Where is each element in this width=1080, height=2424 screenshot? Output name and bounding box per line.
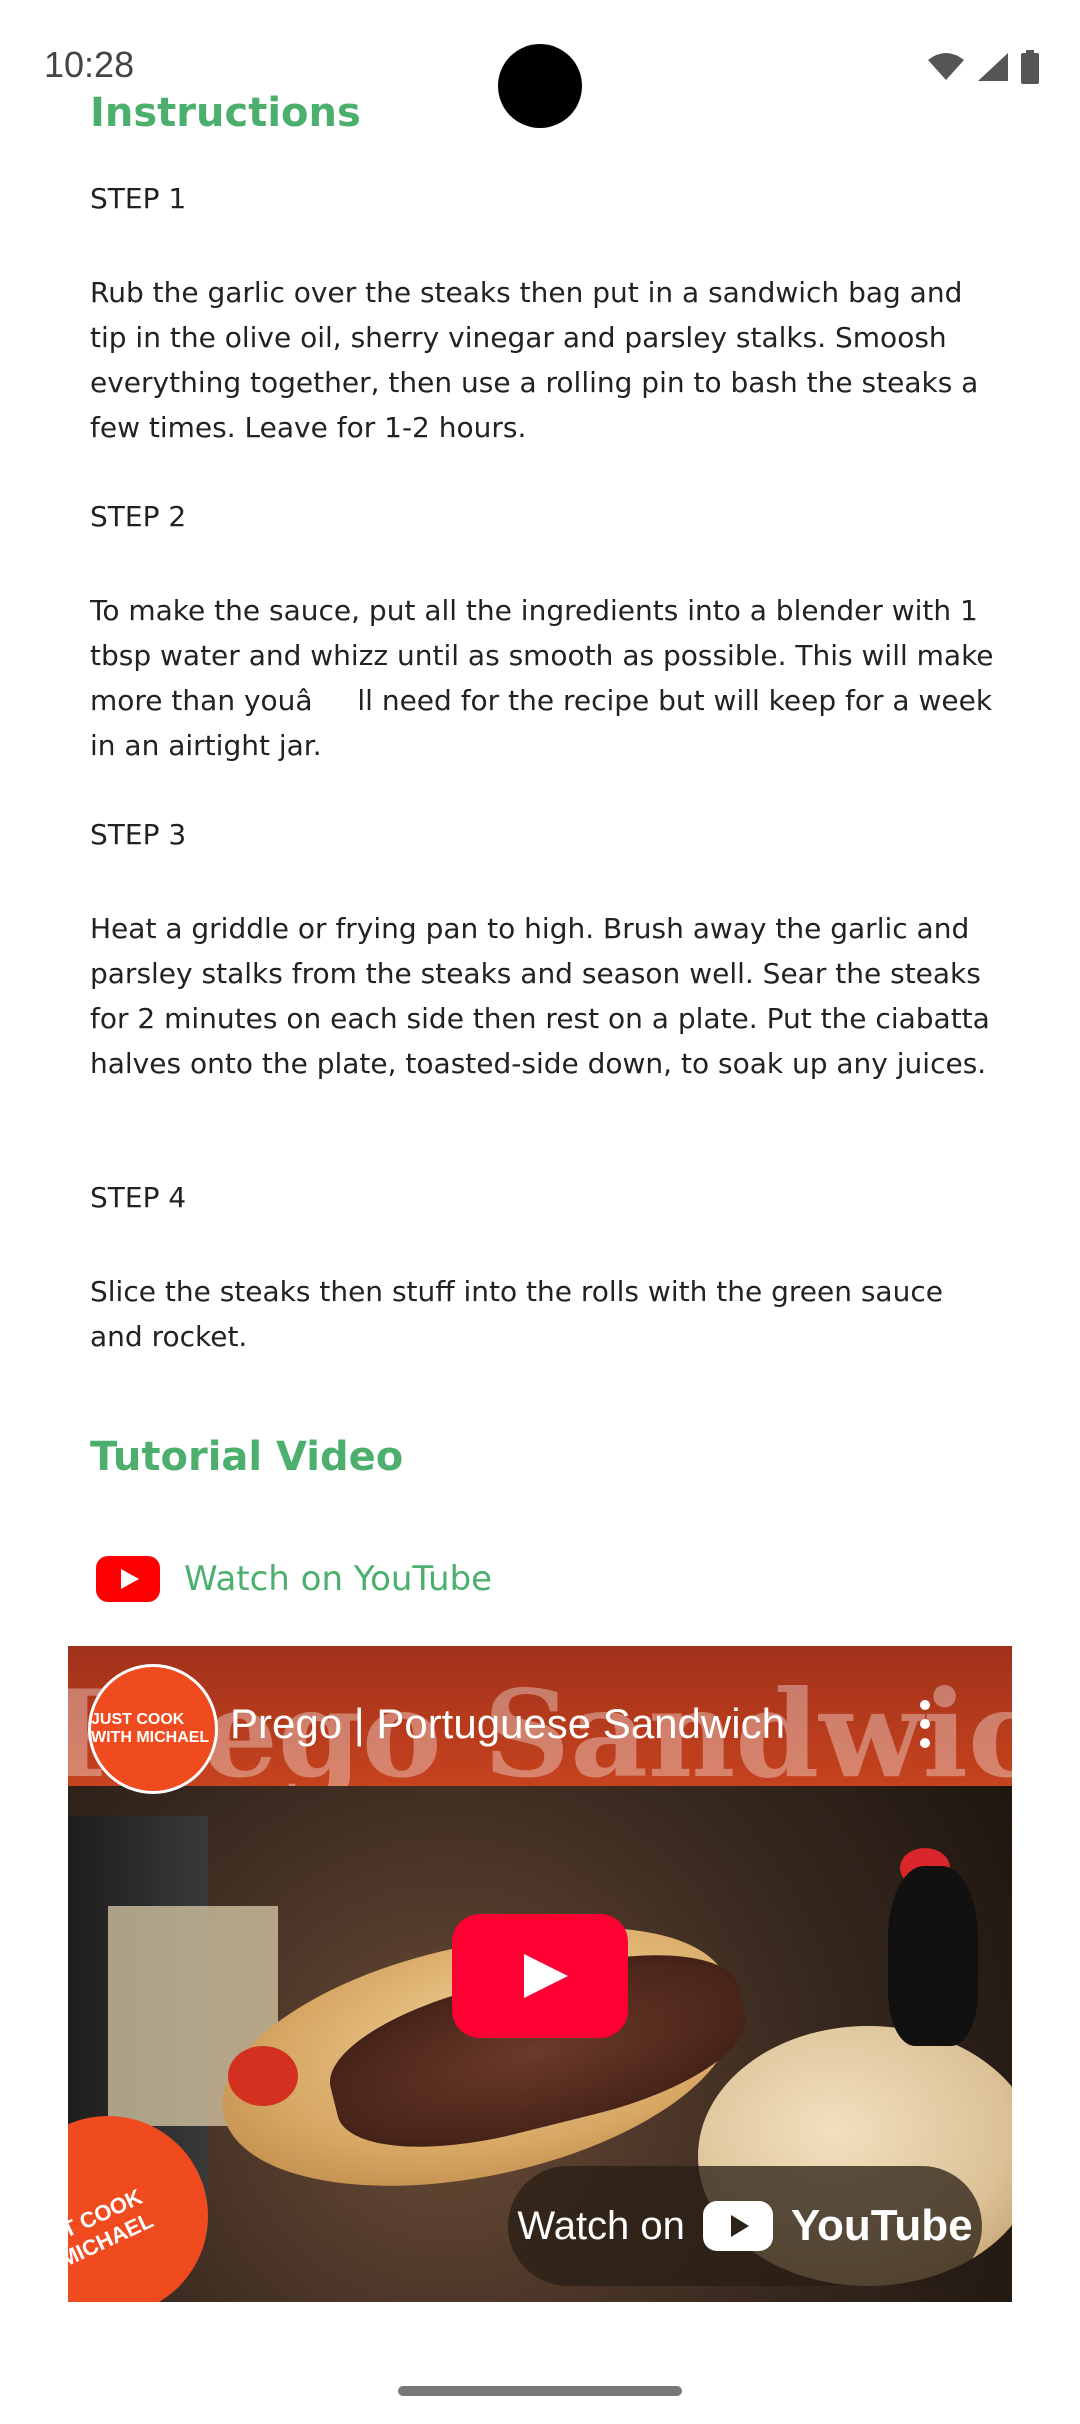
instructions-heading: Instructions xyxy=(90,90,361,136)
rooster-figure-image xyxy=(888,1866,978,2046)
channel-logo-text: ST COOK MICHAEL xyxy=(68,2183,157,2273)
play-button[interactable] xyxy=(452,1914,628,2038)
signal-icon xyxy=(978,53,1008,81)
wifi-icon xyxy=(928,53,964,80)
step-1-label: STEP 1 xyxy=(90,182,187,215)
status-time: 10:28 xyxy=(44,44,135,85)
status-icons xyxy=(926,50,1040,84)
channel-avatar-text: JUST COOK WITH MICHAEL xyxy=(91,1711,210,1746)
step-3-text: Heat a griddle or frying pan to high. Br… xyxy=(90,912,990,1080)
step-3-label: STEP 3 xyxy=(90,818,187,851)
camera-cutout xyxy=(498,44,582,128)
battery-icon xyxy=(1021,50,1039,84)
step-4-label: STEP 4 xyxy=(90,1181,187,1214)
step-1-text: Rub the garlic over the steaks then put … xyxy=(90,276,979,444)
step-2-label: STEP 2 xyxy=(90,500,187,533)
youtube-logo-icon xyxy=(702,2201,773,2251)
tutorial-video-heading: Tutorial Video xyxy=(90,1434,404,1480)
youtube-icon xyxy=(96,1556,160,1602)
tomato-image xyxy=(228,2046,298,2106)
watch-on-youtube-label: Watch on YouTube xyxy=(184,1559,493,1599)
youtube-brand-text: YouTube xyxy=(790,2201,973,2250)
step-4-text: Slice the steaks then stuff into the rol… xyxy=(90,1275,943,1353)
video-player[interactable]: Prego Sandwich ST COOK MICHAEL JUST COOK… xyxy=(68,1646,1012,2302)
watch-on-text: Watch on xyxy=(517,2203,685,2248)
video-title[interactable]: Prego | Portuguese Sandwich xyxy=(230,1700,870,1748)
more-options-icon[interactable] xyxy=(920,1700,932,1748)
watch-on-youtube-link[interactable]: Watch on YouTube xyxy=(96,1556,492,1602)
home-indicator[interactable] xyxy=(398,2386,682,2396)
step-2-text: To make the sauce, put all the ingredien… xyxy=(90,594,994,762)
watch-on-youtube-button[interactable]: Watch on YouTube xyxy=(508,2166,982,2286)
channel-avatar[interactable]: JUST COOK WITH MICHAEL xyxy=(88,1664,218,1794)
